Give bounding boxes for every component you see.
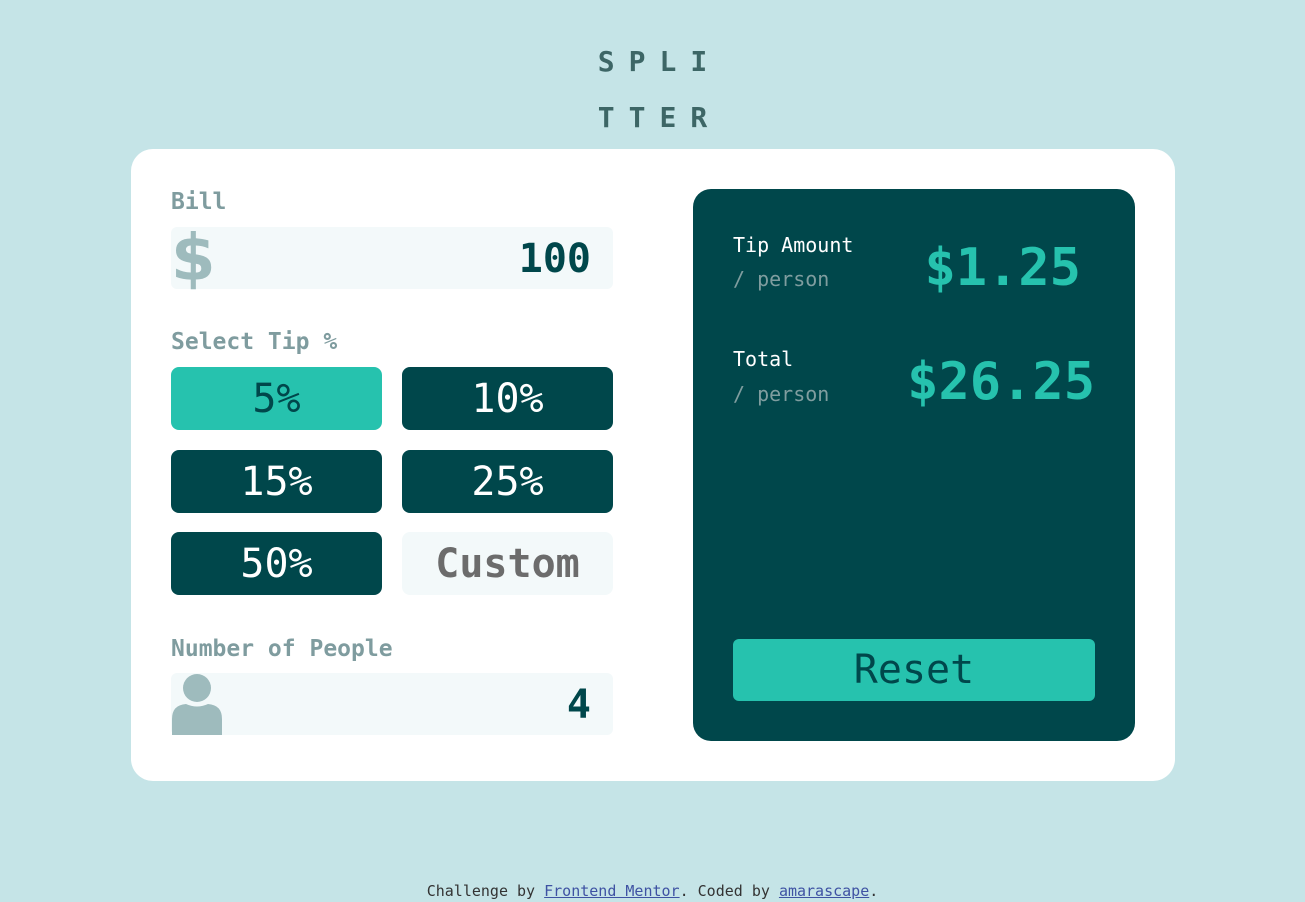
logo: SPLI TTER bbox=[0, 34, 1305, 146]
select-tip-label: Select Tip % bbox=[171, 329, 338, 355]
footer-suffix: . bbox=[869, 882, 879, 900]
people-field[interactable]: 4 bbox=[171, 673, 613, 735]
people-label: Number of People bbox=[171, 636, 393, 662]
logo-line-1: SPLI bbox=[597, 45, 722, 78]
bill-label: Bill bbox=[171, 189, 227, 215]
footer-prefix: Challenge by bbox=[426, 882, 545, 900]
tip-button-5[interactable]: 5% bbox=[171, 367, 382, 430]
tip-button-15[interactable]: 15% bbox=[171, 450, 382, 513]
tip-button-10[interactable]: 10% bbox=[402, 367, 613, 430]
frontend-mentor-link[interactable]: Frontend Mentor bbox=[544, 882, 679, 900]
author-link[interactable]: amarascape bbox=[779, 882, 869, 900]
tip-button-25[interactable]: 25% bbox=[402, 450, 613, 513]
tip-amount-sub: / person bbox=[733, 267, 830, 291]
total-sub: / person bbox=[733, 382, 830, 406]
dollar-icon: $ bbox=[171, 222, 216, 296]
logo-line-2: TTER bbox=[597, 101, 722, 134]
tip-amount-title: Tip Amount bbox=[733, 233, 854, 257]
tip-button-50[interactable]: 50% bbox=[171, 532, 382, 595]
calculator-card: Bill $ 100 Select Tip % 5% 10% 15% 25% 5… bbox=[131, 149, 1175, 781]
custom-tip-input[interactable]: Custom bbox=[402, 532, 613, 595]
reset-button[interactable]: Reset bbox=[733, 639, 1095, 701]
person-icon bbox=[172, 674, 222, 735]
footer-middle: . Coded by bbox=[679, 882, 779, 900]
results-panel: Tip Amount / person $1.25 Total / person… bbox=[693, 189, 1135, 741]
total-value: $26.25 bbox=[907, 352, 1095, 412]
people-input[interactable]: 4 bbox=[567, 673, 591, 737]
total-title: Total bbox=[733, 347, 794, 371]
attribution-footer: Challenge by Frontend Mentor. Coded by a… bbox=[0, 882, 1305, 900]
tip-amount-value: $1.25 bbox=[924, 238, 1081, 298]
bill-input[interactable]: 100 bbox=[519, 227, 591, 291]
bill-field[interactable]: $ 100 bbox=[171, 222, 613, 296]
